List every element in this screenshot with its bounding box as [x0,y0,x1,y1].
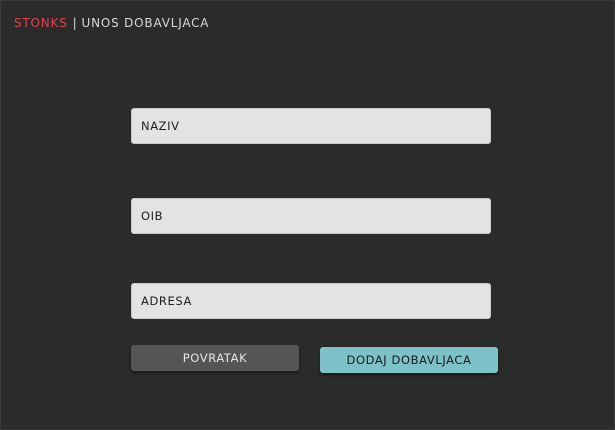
header-separator: | [72,16,78,30]
back-button[interactable]: POVRATAK [131,345,299,371]
add-supplier-button[interactable]: DODAJ DOBAVLJACA [320,347,498,373]
adresa-input[interactable] [131,283,491,319]
brand-name: STONKS [14,16,68,30]
page-title: UNOS DOBAVLJACA [81,16,210,30]
app-window: STONKS |UNOS DOBAVLJACA POVRATAK DODAJ DO… [0,0,615,430]
naziv-input[interactable] [131,108,491,144]
oib-input[interactable] [131,198,491,234]
page-header: STONKS | UNOS DOBAVLJACA [14,15,209,31]
